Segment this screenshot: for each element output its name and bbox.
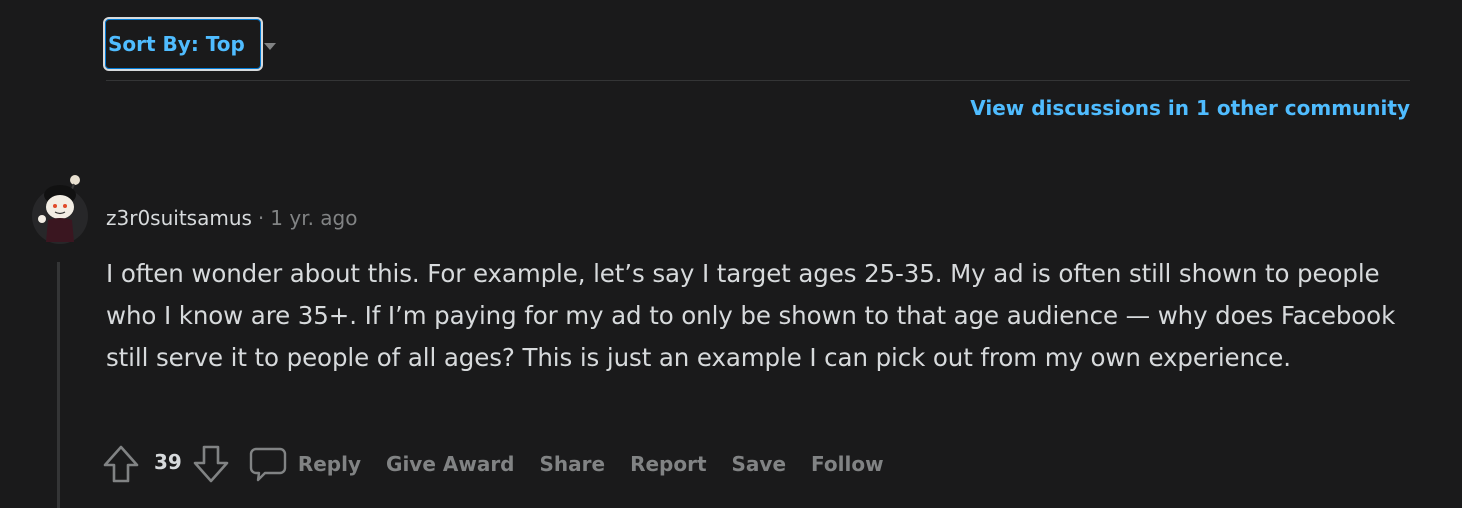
follow-button[interactable]: Follow — [811, 452, 884, 476]
reply-button[interactable]: Reply — [248, 444, 361, 484]
comment-body: I often wonder about this. For example, … — [106, 259, 1396, 372]
divider — [106, 80, 1410, 81]
username[interactable]: z3r0suitsamus — [106, 206, 252, 230]
save-button[interactable]: Save — [732, 452, 787, 476]
sort-dropdown-button[interactable]: Sort By: Top — [103, 17, 263, 71]
user-avatar[interactable] — [30, 170, 90, 246]
comment-actions: 39 Reply Give Award Share Report Save Fo… — [102, 440, 884, 488]
comments-section: Sort By: Top View discussions in 1 other… — [0, 0, 1462, 508]
comment-meta: z3r0suitsamus · 1 yr. ago — [106, 206, 358, 230]
comment-bubble-icon — [248, 444, 288, 484]
arrow-down-icon[interactable] — [192, 444, 230, 484]
caret-down-icon[interactable] — [264, 43, 276, 50]
give-award-button[interactable]: Give Award — [386, 452, 514, 476]
timestamp[interactable]: 1 yr. ago — [270, 206, 357, 230]
reply-label: Reply — [297, 452, 362, 476]
thread-line[interactable] — [57, 262, 60, 508]
meta-separator: · — [257, 206, 265, 230]
share-button[interactable]: Share — [540, 452, 606, 476]
sort-label: Sort By: Top — [108, 32, 245, 56]
arrow-up-icon[interactable] — [102, 444, 140, 484]
report-button[interactable]: Report — [630, 452, 706, 476]
view-discussions-link[interactable]: View discussions in 1 other community — [970, 96, 1410, 120]
snoo-avatar-icon — [32, 175, 88, 244]
vote-count: 39 — [154, 450, 182, 474]
